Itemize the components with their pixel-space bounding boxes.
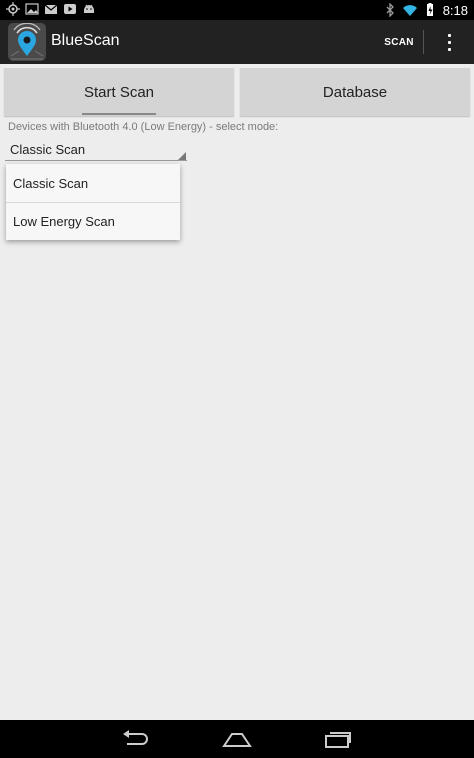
scan-mode-dropdown: Classic Scan Low Energy Scan bbox=[6, 164, 180, 240]
gmail-icon bbox=[44, 4, 58, 14]
status-bar: 8:18 bbox=[0, 0, 474, 20]
app-title: BlueScan bbox=[51, 32, 120, 49]
back-icon[interactable] bbox=[116, 720, 156, 758]
overflow-menu-icon[interactable] bbox=[436, 20, 462, 64]
spinner-arrow-icon bbox=[178, 152, 186, 160]
scan-action-button[interactable]: SCAN bbox=[376, 20, 422, 64]
tab-database[interactable]: Database bbox=[240, 68, 470, 116]
recent-apps-icon[interactable] bbox=[319, 720, 359, 758]
dropdown-option-classic-scan[interactable]: Classic Scan bbox=[6, 164, 180, 202]
action-bar: BlueScan SCAN bbox=[0, 20, 474, 64]
home-icon[interactable] bbox=[217, 720, 257, 758]
clock: 8:18 bbox=[442, 2, 468, 18]
bluescan-app-icon[interactable] bbox=[8, 22, 46, 61]
bluetooth-icon bbox=[386, 3, 394, 17]
spinner-selected-value: Classic Scan bbox=[10, 142, 86, 157]
scan-mode-spinner[interactable]: Classic Scan bbox=[5, 139, 187, 161]
mode-hint-label: Devices with Bluetooth 4.0 (Low Energy) … bbox=[8, 121, 279, 133]
dropdown-option-low-energy-scan[interactable]: Low Energy Scan bbox=[6, 202, 180, 240]
system-icons: 8:18 bbox=[383, 0, 468, 20]
spinner-underline bbox=[5, 160, 187, 161]
location-icon bbox=[6, 2, 20, 16]
action-divider bbox=[423, 30, 424, 54]
youtube-icon bbox=[64, 4, 76, 14]
battery-icon bbox=[426, 3, 433, 16]
notification-icons bbox=[6, 2, 96, 16]
wifi-icon bbox=[402, 5, 417, 16]
navigation-bar bbox=[0, 720, 474, 758]
selected-tab-indicator bbox=[82, 113, 156, 115]
tab-start-scan[interactable]: Start Scan bbox=[4, 68, 234, 116]
image-icon bbox=[25, 3, 39, 15]
android-icon bbox=[84, 4, 94, 13]
